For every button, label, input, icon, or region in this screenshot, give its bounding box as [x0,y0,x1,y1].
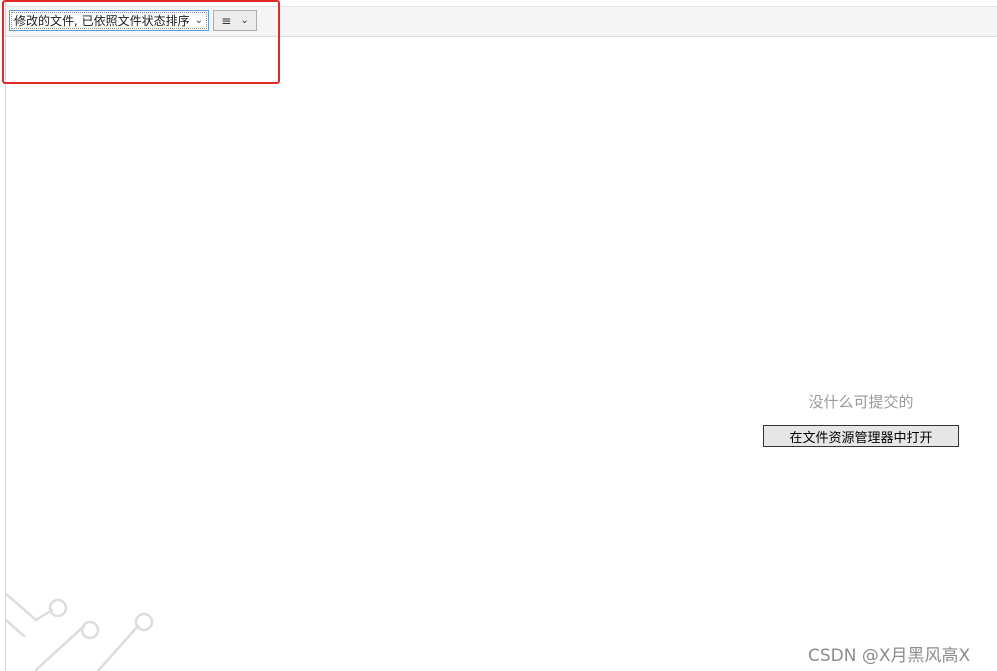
view-mode-select[interactable]: 修改的文件, 已依照文件状态排序 ⌄ [9,10,209,31]
csdn-watermark: CSDN @X月黑风高X [808,646,971,666]
chevron-down-icon: ⌄ [240,15,249,26]
open-in-explorer-button[interactable]: 在文件资源管理器中打开 [763,425,959,447]
chevron-down-icon: ⌄ [194,15,204,26]
circuit-decoration-icon [6,592,154,671]
empty-state-message: 没什么可提交的 [808,393,914,411]
left-pane-border [5,0,6,671]
view-mode-select-value: 修改的文件, 已依照文件状态排序 [14,14,190,28]
options-menu-button[interactable]: ≡ ⌄ [213,10,257,31]
changes-toolbar: 修改的文件, 已依照文件状态排序 ⌄ ≡ ⌄ [6,6,997,37]
hamburger-menu-icon: ≡ [221,13,232,28]
